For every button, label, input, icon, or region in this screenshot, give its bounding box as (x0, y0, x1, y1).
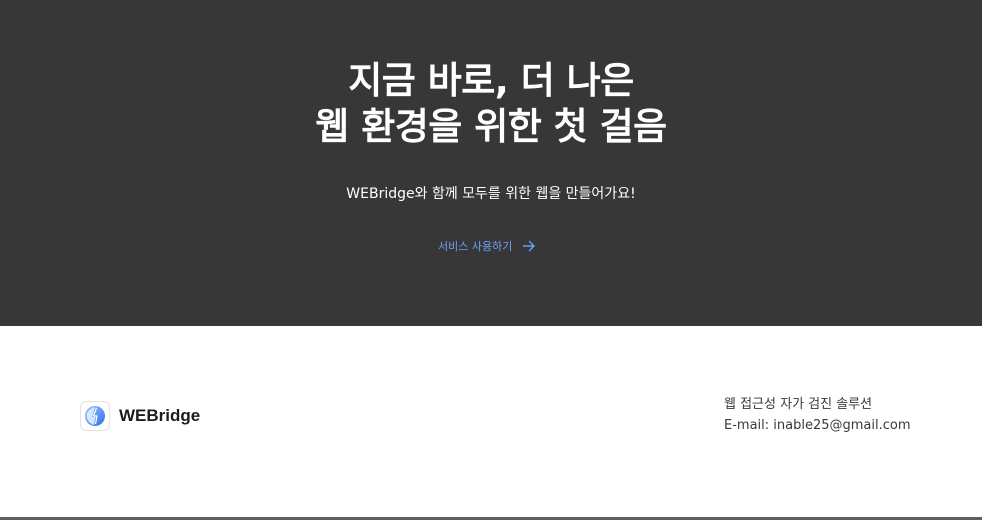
footer-email: E-mail: inable25@gmail.com (724, 418, 911, 433)
hero-title: 지금 바로, 더 나은 웹 환경을 위한 첫 걸음 (0, 58, 982, 150)
use-service-link[interactable]: 서비스 사용하기 (438, 234, 536, 258)
footer-info: 웹 접근성 자가 검진 솔루션 E-mail: inable25@gmail.c… (724, 394, 911, 436)
hero-section: 지금 바로, 더 나은 웹 환경을 위한 첫 걸음 WEBridge와 함께 모… (0, 0, 982, 326)
hero-subtitle: WEBridge와 함께 모두를 위한 웹을 만들어가요! (346, 186, 636, 202)
hero-title-line-2: 웹 환경을 위한 첫 걸음 (315, 105, 667, 148)
brand-name: WEBridge (119, 406, 201, 425)
footer: WEBridge 웹 접근성 자가 검진 솔루션 E-mail: inable2… (0, 326, 982, 518)
webridge-logo-icon (80, 401, 110, 431)
footer-logo[interactable]: WEBridge (80, 400, 200, 432)
arrow-right-icon (523, 240, 536, 252)
use-service-label: 서비스 사용하기 (438, 240, 513, 253)
footer-tagline: 웹 접근성 자가 검진 솔루션 (724, 397, 873, 412)
hero-title-line-1: 지금 바로, 더 나은 (348, 59, 634, 102)
